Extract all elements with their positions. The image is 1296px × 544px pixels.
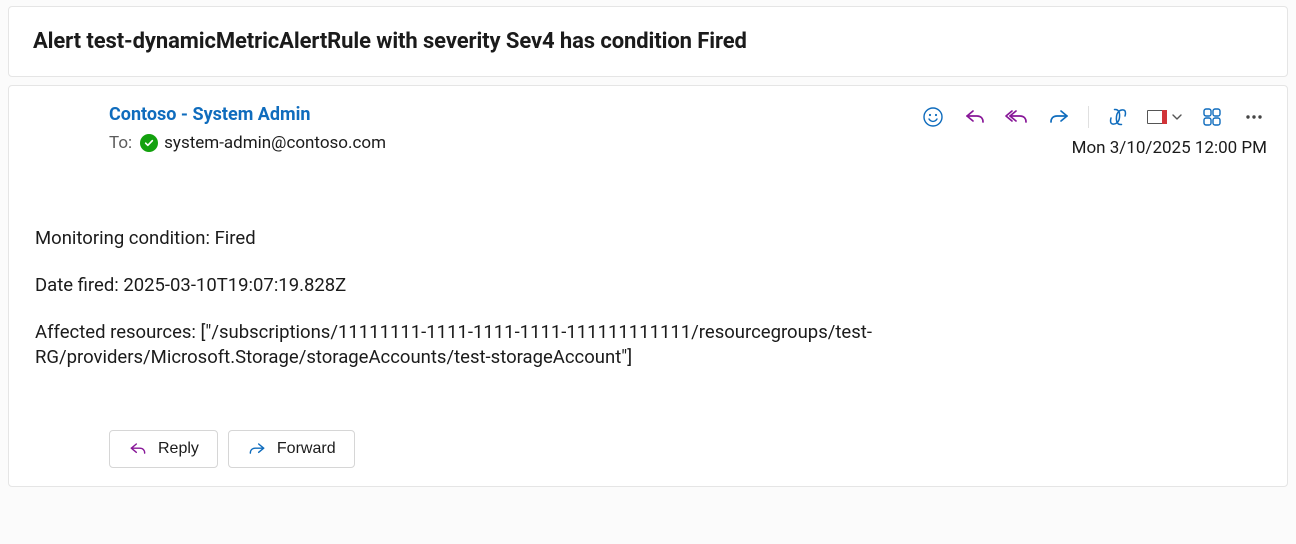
to-label: To: — [109, 133, 132, 153]
presence-available-icon — [140, 134, 158, 152]
message-actions-toolbar — [920, 104, 1267, 130]
react-smiley-icon[interactable] — [920, 104, 946, 130]
sender-block: Contoso - System Admin To: system-admin@… — [109, 104, 386, 153]
to-line: To: system-admin@contoso.com — [109, 133, 386, 153]
copilot-icon[interactable] — [1105, 104, 1131, 130]
forward-icon[interactable] — [1046, 104, 1072, 130]
received-datetime: Mon 3/10/2025 12:00 PM — [920, 138, 1267, 158]
reply-button[interactable]: Reply — [109, 430, 218, 468]
reply-button-label: Reply — [158, 440, 199, 458]
more-actions-icon[interactable] — [1241, 104, 1267, 130]
forward-button[interactable]: Forward — [228, 430, 355, 468]
header-right: Mon 3/10/2025 12:00 PM — [920, 104, 1267, 158]
subject-panel: Alert test-dynamicMetricAlertRule with s… — [8, 6, 1288, 77]
flag-dropdown[interactable] — [1147, 110, 1183, 124]
toolbar-divider — [1088, 106, 1089, 128]
body-line-affected-resources: Affected resources: ["/subscriptions/111… — [35, 320, 1267, 370]
email-subject: Alert test-dynamicMetricAlertRule with s… — [33, 29, 1263, 54]
message-header: Contoso - System Admin To: system-admin@… — [109, 104, 1267, 158]
message-body: Monitoring condition: Fired Date fired: … — [35, 226, 1267, 370]
forward-button-label: Forward — [277, 440, 336, 458]
body-line-date-fired: Date fired: 2025-03-10T19:07:19.828Z — [35, 273, 1267, 298]
message-panel: Contoso - System Admin To: system-admin@… — [8, 85, 1288, 487]
chevron-down-icon — [1171, 111, 1183, 123]
to-email: system-admin@contoso.com — [164, 133, 386, 153]
reply-all-icon[interactable] — [1004, 104, 1030, 130]
flag-icon — [1147, 110, 1167, 124]
message-action-buttons: Reply Forward — [109, 430, 1267, 468]
reply-icon[interactable] — [962, 104, 988, 130]
apps-grid-icon[interactable] — [1199, 104, 1225, 130]
forward-icon — [247, 439, 267, 459]
sender-name[interactable]: Contoso - System Admin — [109, 104, 386, 125]
body-line-monitoring-condition: Monitoring condition: Fired — [35, 226, 1267, 251]
reply-icon — [128, 439, 148, 459]
